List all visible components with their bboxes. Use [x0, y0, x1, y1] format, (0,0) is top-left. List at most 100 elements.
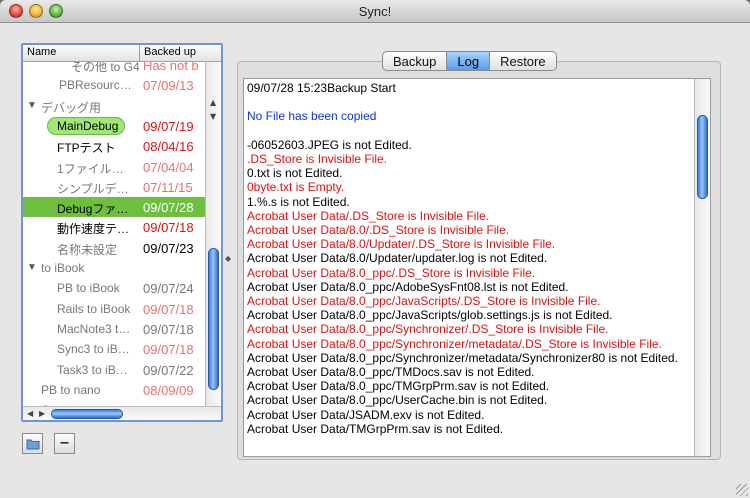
- disclosure-expanded-icon[interactable]: ▼: [27, 262, 37, 273]
- row-backed-up-date: 07/11/15: [143, 179, 193, 195]
- outline-horizontal-scrollbar[interactable]: ◀ ▶: [23, 406, 221, 420]
- outline-scroll-thumb[interactable]: [208, 248, 219, 390]
- row-backed-up-date: 07/04/04: [143, 159, 194, 175]
- log-vertical-scrollbar[interactable]: [694, 79, 710, 456]
- outline-row[interactable]: ▼ to iBook: [23, 258, 205, 278]
- log-line: Acrobat User Data/8.0_ppc/Synchronizer/.…: [247, 322, 609, 337]
- remove-set-button[interactable]: −: [54, 433, 75, 454]
- row-backed-up-date: 08/09/09: [143, 382, 194, 398]
- row-name: MainDebug: [57, 118, 119, 133]
- log-view[interactable]: 09/07/28 15:23Backup Start No File has be…: [243, 78, 711, 457]
- log-line: Acrobat User Data/.DS_Store is Invisible…: [247, 208, 490, 223]
- scroll-right-arrow-icon[interactable]: ▶: [39, 409, 45, 418]
- log-line: Acrobat User Data/8.0_ppc/TMGrpPrm.sav i…: [247, 379, 550, 394]
- row-name: デバッグ用: [41, 100, 102, 115]
- log-line: .DS_Store is Invisible File.: [247, 151, 388, 166]
- outline-row[interactable]: 1ファイル… 07/04/04: [23, 157, 205, 177]
- row-backed-up-date: 09/07/24: [143, 281, 194, 297]
- row-backed-up-date: 09/07/18: [143, 321, 194, 337]
- log-line: -06052603.JPEG is not Edited.: [247, 137, 412, 152]
- row-name: Debugファ…: [57, 202, 129, 217]
- outline-row[interactable]: Task3 to iB… 09/07/22: [23, 360, 205, 380]
- sync-window: Sync! Name Backed up その他 to G4 Has not b P…: [0, 0, 750, 498]
- log-line: Acrobat User Data/8.0/Updater/.DS_Store …: [247, 237, 556, 252]
- log-line: Acrobat User Data/8.0_ppc/AdobeSysFnt08.…: [247, 279, 569, 294]
- row-name: Sync3 to iB…: [57, 342, 130, 357]
- log-text: 09/07/28 15:23Backup Start No File has be…: [247, 81, 691, 436]
- outline-row[interactable]: ▼ デバッグ用: [23, 96, 205, 116]
- log-line: Acrobat User Data/8.0_ppc/Synchronizer/m…: [247, 336, 662, 351]
- log-line: 0.txt is not Edited.: [247, 166, 343, 181]
- add-set-button[interactable]: [22, 433, 43, 454]
- outline-row[interactable]: PB to iBook 09/07/24: [23, 278, 205, 298]
- log-line: 0byte.txt is Empty.: [247, 180, 345, 195]
- tab-backup[interactable]: Backup: [383, 52, 448, 70]
- outline-rows: その他 to G4 Has not b PBResourc… 07/09/13 ▼ デバッ…: [23, 62, 205, 406]
- folder-icon: [26, 439, 39, 450]
- resize-grip-icon[interactable]: [736, 484, 748, 496]
- row-name: PBResourc…: [59, 78, 132, 93]
- row-name: to iBook: [41, 261, 85, 275]
- outline-row[interactable]: Sync3 to iB… 09/07/18: [23, 339, 205, 359]
- outline-row[interactable]: Rails to iBook 09/07/18: [23, 299, 205, 319]
- row-name: Task3 to iB…: [57, 362, 128, 377]
- log-line: Acrobat User Data/8.0_ppc/Synchronizer/m…: [247, 350, 678, 365]
- log-line: 1.%.s is not Edited.: [247, 194, 350, 209]
- column-divider: [139, 45, 140, 62]
- column-backed-up-header[interactable]: Backed up: [144, 46, 196, 58]
- log-line: Acrobat User Data/TMGrpPrm.sav is not Ed…: [247, 421, 504, 436]
- row-backed-up-date: 09/07/19: [143, 118, 194, 134]
- outline-hscroll-thumb[interactable]: [51, 409, 123, 419]
- row-backed-up-date: 08/04/16: [143, 139, 194, 155]
- outline-row[interactable]: 名称未設定 09/07/23: [23, 238, 205, 258]
- outline-row[interactable]: シンプルデ… 07/11/15: [23, 177, 205, 197]
- row-backed-up-date: 09/07/22: [143, 362, 194, 378]
- outline-row[interactable]: その他 to G4 Has not b: [23, 62, 205, 75]
- outline-row[interactable]: PBResourc… 07/09/13: [23, 75, 205, 95]
- tab-restore[interactable]: Restore: [490, 52, 556, 70]
- log-line: Acrobat User Data/8.0/.DS_Store is Invis…: [247, 223, 510, 237]
- row-backed-up-date: 09/07/18: [143, 220, 194, 236]
- log-scroll-thumb[interactable]: [697, 115, 708, 199]
- log-line: No File has been copied: [247, 109, 377, 124]
- outline-row[interactable]: PB to nano 08/09/09: [23, 380, 205, 400]
- split-view-handle-icon[interactable]: ◆: [225, 254, 231, 263]
- row-name: MacNote3 t…: [57, 321, 131, 336]
- scroll-up-arrow-icon[interactable]: ▲: [210, 98, 216, 107]
- row-name: シンプルデ…: [57, 181, 129, 196]
- row-name: Rails to iBook: [57, 301, 131, 316]
- outline-vertical-scrollbar[interactable]: ▲ ▼: [205, 62, 221, 406]
- outline-row[interactable]: FTPテスト 08/04/16: [23, 136, 205, 156]
- row-backed-up-date: Has not b: [143, 62, 199, 73]
- sync-set-outline[interactable]: Name Backed up その他 to G4 Has not b PBResou…: [21, 43, 223, 422]
- log-line: 09/07/28 15:23Backup Start: [247, 81, 396, 95]
- log-line: Acrobat User Data/8.0_ppc/TMDocs.sav is …: [247, 365, 535, 380]
- outline-header: Name Backed up: [23, 45, 221, 62]
- scroll-left-arrow-icon[interactable]: ◀: [27, 409, 33, 418]
- row-name: PB to iBook: [57, 281, 120, 296]
- row-name: その他 to G4: [71, 62, 139, 74]
- title-bar[interactable]: Sync!: [0, 0, 750, 23]
- log-line: Acrobat User Data/8.0_ppc/UserCache.bin …: [247, 393, 548, 408]
- outline-row[interactable]: MainDebug 09/07/19: [23, 116, 205, 136]
- row-name: PB to nano: [41, 382, 101, 397]
- outline-row[interactable]: MacNote3 t… 09/07/18: [23, 319, 205, 339]
- outline-row[interactable]: 動作速度テ… 09/07/18: [23, 217, 205, 237]
- scroll-down-arrow-icon[interactable]: ▼: [210, 112, 216, 121]
- row-backed-up-date: 09/07/28: [143, 200, 194, 216]
- disclosure-expanded-icon[interactable]: ▼: [27, 100, 37, 111]
- row-backed-up-date: 09/07/23: [143, 240, 194, 256]
- outline-row[interactable]: Debugファ… 09/07/28: [23, 197, 205, 218]
- column-name-header[interactable]: Name: [27, 46, 56, 58]
- log-line: Acrobat User Data/8.0/Updater/updater.lo…: [247, 251, 548, 266]
- log-line: Acrobat User Data/8.0_ppc/JavaScripts/.D…: [247, 294, 601, 309]
- tab-log[interactable]: Log: [447, 52, 491, 70]
- row-backed-up-date: 09/07/18: [143, 301, 194, 317]
- log-line: Acrobat User Data/8.0_ppc/.DS_Store is I…: [247, 265, 536, 280]
- row-backed-up-date: 07/09/13: [143, 78, 194, 94]
- log-line: Acrobat User Data/8.0_ppc/JavaScripts/gl…: [247, 308, 613, 323]
- row-name: 名称未設定: [57, 242, 118, 257]
- log-line: Acrobat User Data/JSADM.exv is not Edite…: [247, 407, 485, 422]
